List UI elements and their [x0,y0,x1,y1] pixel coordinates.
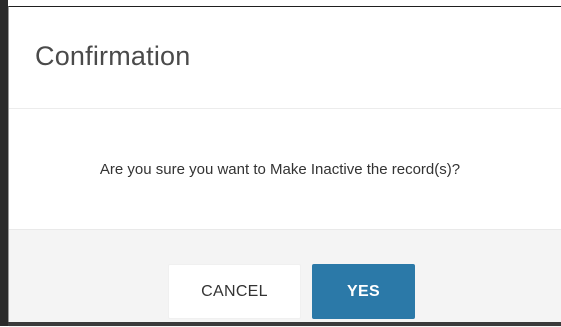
page-backdrop-bottom [8,322,561,326]
yes-button[interactable]: YES [312,264,415,319]
cancel-button[interactable]: CANCEL [168,264,301,319]
dialog-body: Are you sure you want to Make Inactive t… [9,109,561,231]
dialog-title: Confirmation [35,41,191,71]
dialog-header: Confirmation [9,7,561,109]
dialog-footer: CANCEL YES [9,229,561,327]
confirmation-dialog: Confirmation Are you sure you want to Ma… [8,6,561,327]
dialog-message: Are you sure you want to Make Inactive t… [99,161,461,178]
page-backdrop [0,0,8,326]
